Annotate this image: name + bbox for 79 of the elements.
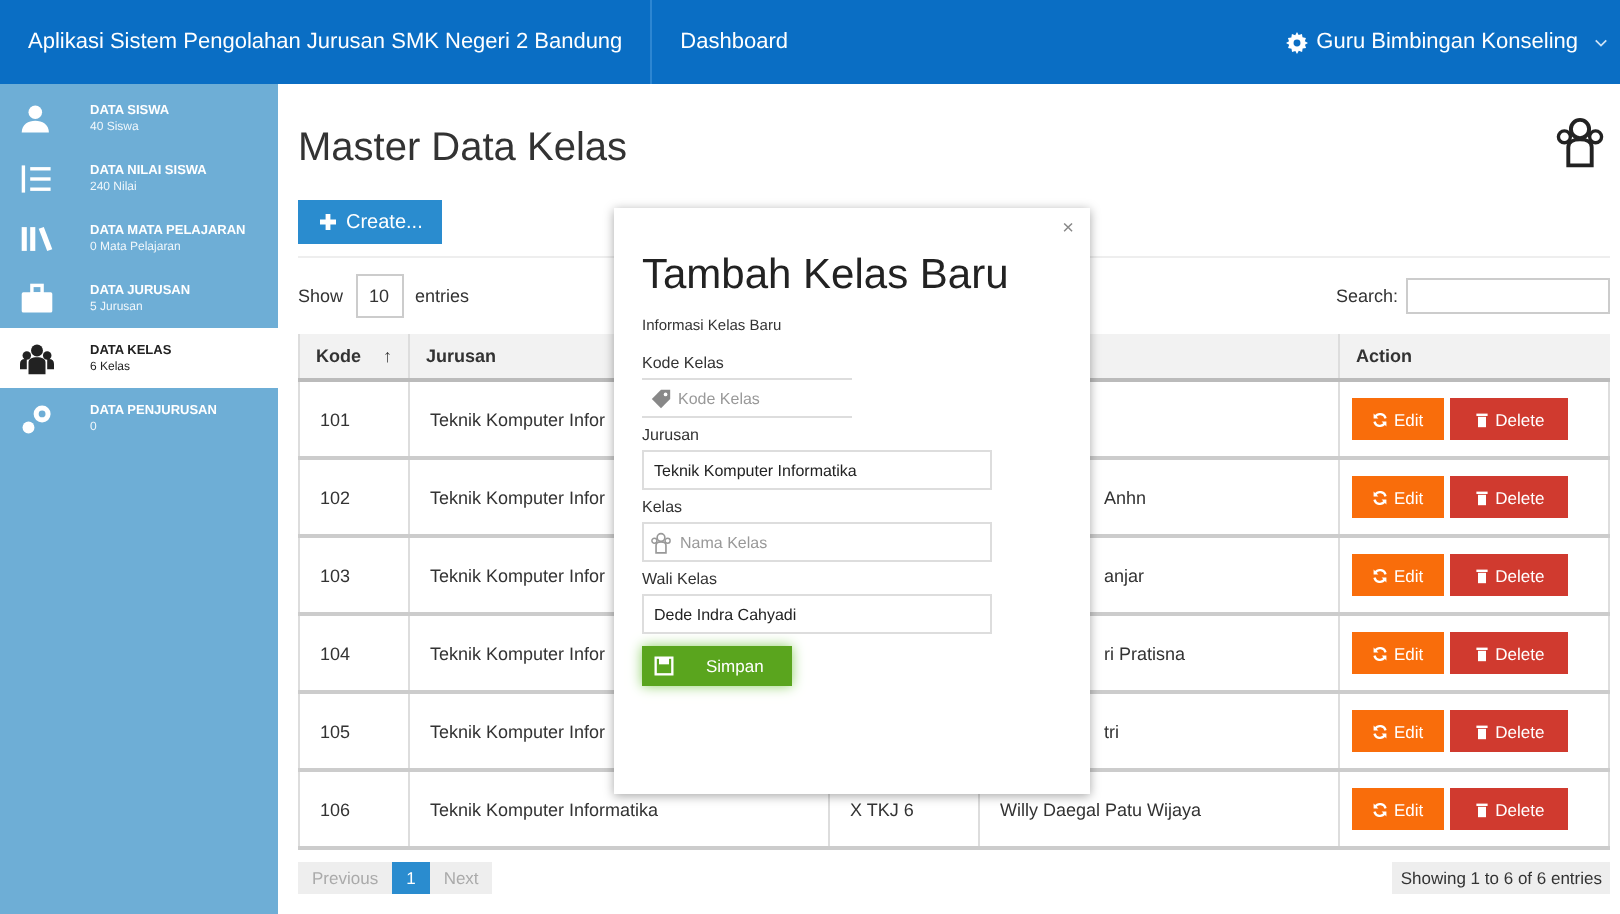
trash-icon xyxy=(1473,801,1490,817)
table-cell: 106 xyxy=(320,799,351,819)
column-header[interactable]: Jurusan xyxy=(426,346,497,366)
edit-button[interactable]: Edit xyxy=(1352,398,1444,440)
page-title: Master Data Kelas xyxy=(298,125,628,171)
show-label: Show xyxy=(298,286,344,306)
settings-icon xyxy=(1286,31,1309,53)
search-field[interactable] xyxy=(1406,278,1610,314)
refresh-icon xyxy=(1372,723,1388,739)
caret-icon xyxy=(1594,37,1608,47)
briefcase-icon xyxy=(20,281,54,315)
plus-icon xyxy=(318,212,338,232)
table-cell: 102 xyxy=(320,487,351,507)
create-button[interactable]: Create... xyxy=(298,200,443,244)
edit-button[interactable]: Edit xyxy=(1352,554,1444,596)
column-header[interactable]: Kode xyxy=(316,346,361,366)
table-cell: anjar xyxy=(1104,565,1145,585)
edit-button[interactable]: Edit xyxy=(1352,632,1444,674)
table-cell: Anhn xyxy=(1104,487,1147,507)
table-cell: Willy Daegal Patu Wijaya xyxy=(1000,799,1202,819)
save-button[interactable]: Simpan xyxy=(642,646,792,686)
dashboard-link[interactable]: Dashboard xyxy=(652,30,816,54)
table-cell: 101 xyxy=(320,409,351,429)
table-cell: Teknik Komputer Infor xyxy=(430,487,606,507)
list-icon xyxy=(20,161,54,195)
delete-button[interactable]: Delete xyxy=(1449,710,1569,752)
table-cell: Teknik Komputer Infor xyxy=(430,409,606,429)
table-cell: tri xyxy=(1104,721,1119,741)
input-field[interactable]: Kode Kelas xyxy=(642,378,852,418)
table-cell: 103 xyxy=(320,565,351,585)
entries-label: entries xyxy=(415,286,470,306)
field-label: Jurusan xyxy=(642,426,701,444)
table-cell: 105 xyxy=(320,721,351,741)
refresh-icon xyxy=(1372,489,1388,505)
table-cell: Teknik Komputer Infor xyxy=(430,721,606,741)
delete-button[interactable]: Delete xyxy=(1449,554,1569,596)
save-icon xyxy=(654,656,674,676)
entries-info: Showing 1 to 6 of 6 entries xyxy=(1392,862,1610,894)
user-icon xyxy=(20,101,54,135)
column-header[interactable]: Action xyxy=(1356,346,1412,366)
table-cell: Teknik Komputer Informatika xyxy=(430,799,659,819)
edit-button[interactable]: Edit xyxy=(1352,476,1444,518)
gears-icon xyxy=(20,401,54,435)
field-label: Wali Kelas xyxy=(642,570,719,588)
table-cell: X TKJ 6 xyxy=(850,799,914,819)
sort-arrow[interactable]: ↑ xyxy=(383,346,392,366)
group-icon xyxy=(20,341,54,375)
input-field[interactable]: Dede Indra Cahyadi xyxy=(642,594,992,634)
search-label: Search: xyxy=(1335,286,1398,306)
delete-button[interactable]: Delete xyxy=(1449,476,1569,518)
table-cell: 104 xyxy=(320,643,351,663)
table-cell: ri Pratisna xyxy=(1104,643,1186,663)
refresh-icon xyxy=(1372,801,1388,817)
delete-button[interactable]: Delete xyxy=(1449,788,1569,830)
trash-icon xyxy=(1473,645,1490,661)
modal-title: Tambah Kelas Baru xyxy=(642,252,1011,300)
close-button[interactable]: × xyxy=(1062,218,1074,240)
edit-button[interactable]: Edit xyxy=(1352,788,1444,830)
entries-select[interactable]: 10 xyxy=(355,274,404,318)
table-cell: Teknik Komputer Infor xyxy=(430,565,606,585)
books-icon xyxy=(20,221,54,255)
group-icon xyxy=(1554,116,1606,168)
delete-button[interactable]: Delete xyxy=(1449,632,1569,674)
trash-icon xyxy=(1473,411,1490,427)
trash-icon xyxy=(1473,723,1490,739)
field-label: Kode Kelas xyxy=(642,354,726,372)
trash-icon xyxy=(1473,567,1490,583)
page-button[interactable]: 1 xyxy=(392,862,430,894)
field-label: Kelas xyxy=(642,498,685,516)
user-menu[interactable]: Guru Bimbingan Konseling xyxy=(1286,30,1620,54)
trash-icon xyxy=(1473,489,1490,505)
edit-button[interactable]: Edit xyxy=(1352,710,1444,752)
delete-button[interactable]: Delete xyxy=(1449,398,1569,440)
refresh-icon xyxy=(1372,567,1388,583)
refresh-icon xyxy=(1372,411,1388,427)
refresh-icon xyxy=(1372,645,1388,661)
table-cell: Teknik Komputer Infor xyxy=(430,643,606,663)
input-field[interactable]: Teknik Komputer Informatika xyxy=(642,450,992,490)
input-field[interactable]: Nama Kelas xyxy=(642,522,992,562)
